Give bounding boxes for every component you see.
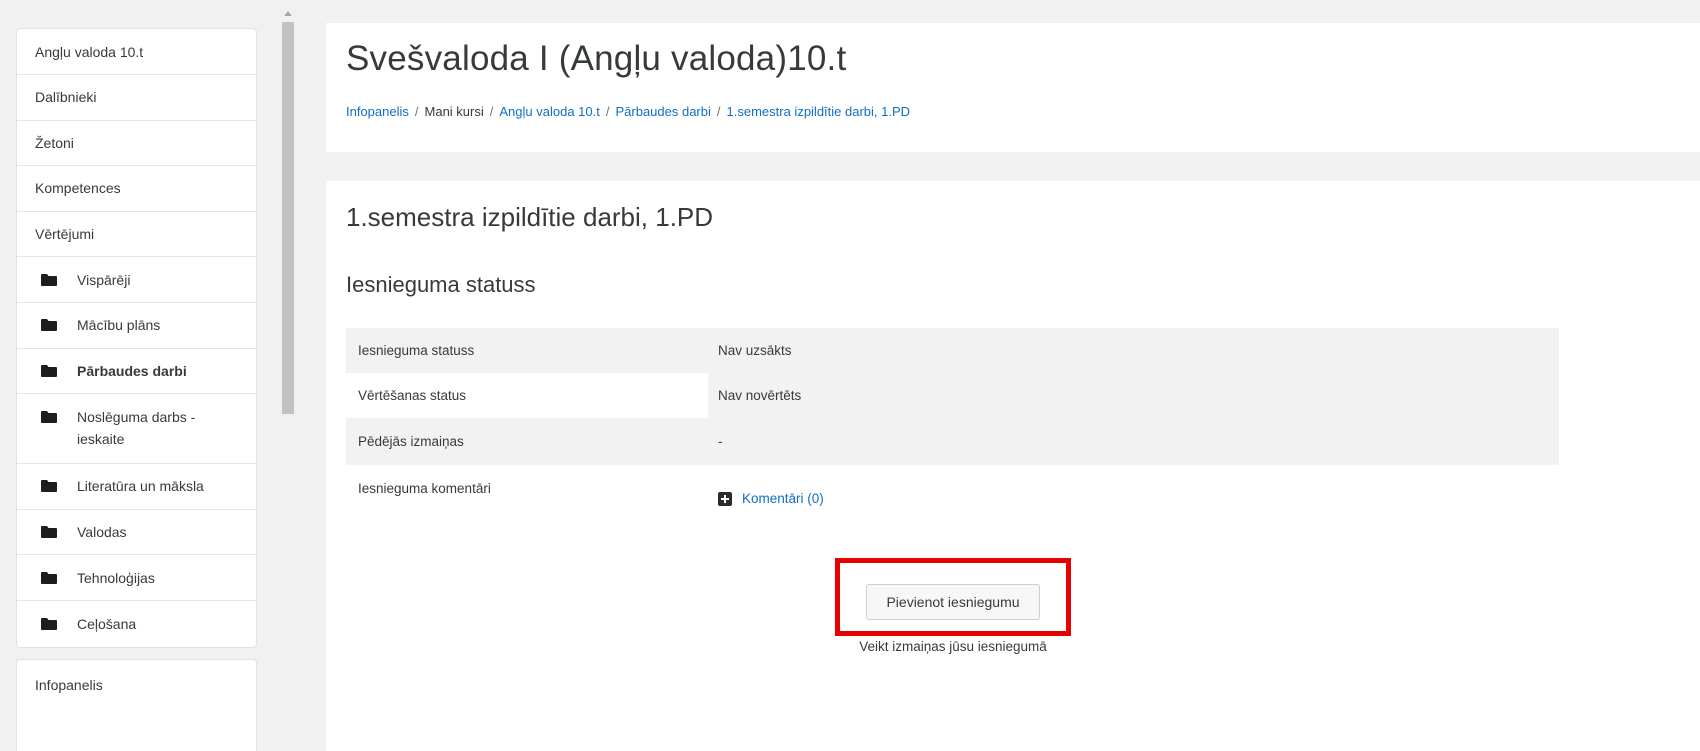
sidebar-item-label: Mācību plāns (77, 317, 161, 334)
row-label: Iesnieguma statuss (346, 328, 708, 373)
breadcrumb: Infopanelis / Mani kursi / Angļu valoda … (346, 104, 910, 119)
sidebar-item-travel[interactable]: Ceļošana (17, 601, 256, 647)
folder-icon (41, 480, 57, 493)
page-title: Svešvaloda I (Angļu valoda)10.t (346, 39, 847, 78)
sidebar-item-label: Infopanelis (35, 677, 103, 693)
comments-toggle[interactable]: Komentāri (0) (718, 491, 824, 506)
row-label-text: Iesnieguma komentāri (358, 481, 491, 496)
table-row: Iesnieguma komentāri Komentāri (0) (346, 465, 1559, 535)
sidebar-item-technologies[interactable]: Tehnoloģijas (17, 555, 256, 601)
breadcrumb-separator: / (489, 104, 494, 119)
sidebar-item-tests[interactable]: Pārbaudes darbi (17, 349, 256, 395)
breadcrumb-separator: / (605, 104, 610, 119)
sidebar-item-course[interactable]: Angļu valoda 10.t (17, 29, 256, 75)
site-navigation: Infopanelis (16, 659, 257, 751)
breadcrumb-activity[interactable]: 1.semestra izpildītie darbi, 1.PD (727, 104, 911, 119)
plus-icon (718, 491, 732, 506)
sidebar-item-label: Kompetences (35, 180, 121, 197)
folder-icon (41, 411, 57, 424)
breadcrumb-separator: / (414, 104, 419, 119)
table-row: Pēdējās izmaiņas - (346, 418, 1559, 465)
breadcrumb-dashboard[interactable]: Infopanelis (346, 104, 409, 119)
folder-icon (41, 364, 57, 377)
sidebar-item-label: Žetoni (35, 134, 74, 151)
folder-icon (41, 571, 57, 584)
row-label: Pēdējās izmaiņas (346, 418, 708, 465)
sidebar-item-general[interactable]: Vispārēji (17, 257, 256, 303)
row-value: Komentāri (0) (708, 465, 1559, 535)
folder-icon (41, 526, 57, 539)
sidebar-item-label: Dalībnieki (35, 89, 97, 106)
sidebar-item-label: Angļu valoda 10.t (35, 43, 144, 60)
scroll-up-arrow-icon[interactable] (284, 11, 292, 16)
sidebar-item-grades[interactable]: Vērtējumi (17, 212, 256, 258)
breadcrumb-separator: / (716, 104, 721, 119)
row-label: Iesnieguma komentāri (346, 465, 708, 535)
row-value: Nav uzsākts (708, 328, 1559, 373)
table-row: Iesnieguma statuss Nav uzsākts (346, 328, 1559, 373)
folder-icon (41, 319, 57, 332)
sidebar-item-badges[interactable]: Žetoni (17, 121, 256, 167)
assignment-panel: 1.semestra izpildītie darbi, 1.PD Iesnie… (326, 181, 1700, 751)
breadcrumb-course[interactable]: Angļu valoda 10.t (499, 104, 599, 119)
scrollbar-thumb[interactable] (282, 22, 294, 414)
sidebar-item-label: Noslēguma darbs - ieskaite (77, 409, 196, 448)
submission-status-table: Iesnieguma statuss Nav uzsākts Vērtēšana… (346, 328, 1559, 535)
sidebar-item-languages[interactable]: Valodas (17, 510, 256, 556)
folder-icon (41, 617, 57, 630)
sidebar-item-final-work[interactable]: Noslēguma darbs - ieskaite (17, 394, 256, 465)
submit-hint: Veikt izmaiņas jūsu iesniegumā (859, 639, 1047, 654)
breadcrumb-section[interactable]: Pārbaudes darbi (615, 104, 710, 119)
row-value: - (708, 418, 1559, 465)
sidebar-item-competencies[interactable]: Kompetences (17, 166, 256, 212)
table-row: Vērtēšanas status Nav novērtēts (346, 373, 1559, 418)
sidebar-item-literature-art[interactable]: Literatūra un māksla (17, 464, 256, 510)
sidebar-item-label: Vērtējumi (35, 226, 95, 243)
sidebar-item-label: Pārbaudes darbi (77, 362, 187, 379)
folder-icon (41, 273, 57, 286)
sidebar-item-label: Valodas (77, 524, 127, 541)
sidebar-item-label: Literatūra un māksla (77, 478, 204, 495)
breadcrumb-my-courses: Mani kursi (424, 104, 484, 119)
page-header: Svešvaloda I (Angļu valoda)10.t Infopane… (326, 23, 1700, 152)
row-label: Vērtēšanas status (346, 373, 708, 418)
sidebar-item-label: Vispārēji (77, 271, 131, 288)
add-submission-button[interactable]: Pievienot iesniegumu (866, 584, 1040, 620)
course-navigation: Angļu valoda 10.t Dalībnieki Žetoni Komp… (16, 28, 257, 648)
activity-title: 1.semestra izpildītie darbi, 1.PD (346, 202, 714, 232)
top-strip (0, 0, 1700, 6)
row-value: Nav novērtēts (708, 373, 1559, 418)
sidebar-item-study-plan[interactable]: Mācību plāns (17, 303, 256, 349)
section-title: Iesnieguma statuss (346, 272, 536, 297)
sidebar-item-label: Ceļošana (77, 615, 137, 632)
comments-link-label: Komentāri (0) (742, 491, 824, 506)
sidebar-item-dashboard[interactable]: Infopanelis (17, 660, 256, 710)
sidebar-item-participants[interactable]: Dalībnieki (17, 75, 256, 121)
sidebar-item-label: Tehnoloģijas (77, 569, 155, 586)
